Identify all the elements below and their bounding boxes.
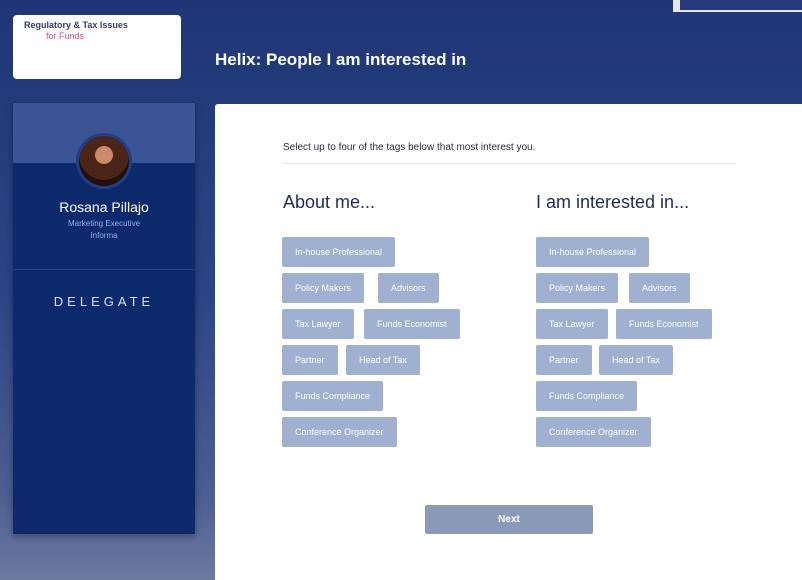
interest-tag-partner[interactable]: Partner [536,345,592,375]
instructions: Select up to four of the tags below that… [283,142,536,153]
interest-tag-head-of-tax[interactable]: Head of Tax [599,345,673,375]
about-tag-advisors[interactable]: Advisors [378,273,439,303]
interested-in-heading: I am interested in... [536,192,690,212]
about-tag-conference-organizer[interactable]: Conference Organizer [282,417,397,447]
profile-card: Rosana Pillajo Marketing Executive Infor… [13,103,195,534]
interest-tag-funds-compliance[interactable]: Funds Compliance [536,381,638,411]
about-tag-partner[interactable]: Partner [282,345,338,375]
interest-tag-tax-lawyer[interactable]: Tax Lawyer [536,309,608,339]
tag-selection-panel: Select up to four of the tags below that… [215,104,802,580]
interest-tag-policy-makers[interactable]: Policy Makers [536,273,619,303]
profile-role: Marketing Executive [67,219,141,228]
attendee-type: DELEGATE [53,294,155,309]
next-button[interactable]: Next [425,505,593,534]
profile-divider [13,269,195,270]
profile-name: Rosana Pillajo [59,199,149,215]
interest-tag-in-house-professional[interactable]: In-house Professional [536,237,650,267]
about-tag-policy-makers[interactable]: Policy Makers [282,273,365,303]
logo-title: Regulatory & Tax Issues [24,20,128,30]
interest-tag-conference-organizer[interactable]: Conference Organizer [536,417,651,447]
about-tag-funds-compliance[interactable]: Funds Compliance [282,381,384,411]
profile-company: Informa [90,231,118,240]
logo-subtitle: for Funds [46,31,85,41]
avatar [76,133,132,189]
interest-tag-advisors[interactable]: Advisors [629,273,690,303]
interest-tag-funds-economist[interactable]: Funds Economist [616,309,712,339]
about-tag-in-house-professional[interactable]: In-house Professional [282,237,396,267]
about-me-heading: About me... [283,192,376,212]
about-tag-tax-lawyer[interactable]: Tax Lawyer [282,309,354,339]
instructions-divider [283,163,736,164]
about-tag-funds-economist[interactable]: Funds Economist [364,309,460,339]
page-title: Helix: People I am interested in [215,50,467,69]
background-window [680,0,802,10]
about-tag-head-of-tax[interactable]: Head of Tax [346,345,420,375]
